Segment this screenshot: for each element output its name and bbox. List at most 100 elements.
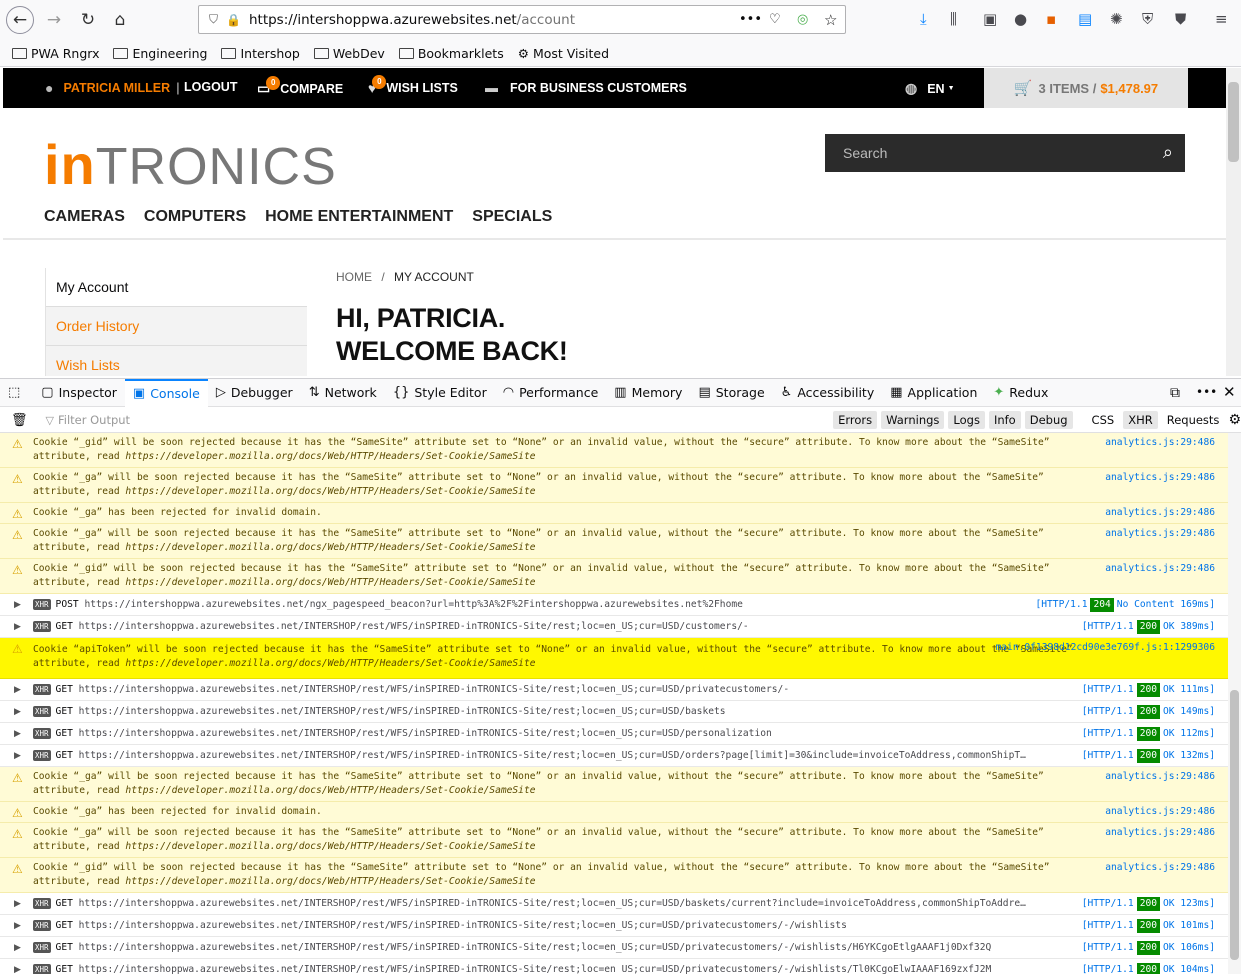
- account-icon[interactable]: ●: [1014, 10, 1027, 28]
- expand-arrow-icon[interactable]: ▶: [14, 683, 21, 697]
- network-request-row[interactable]: ▶ XHR GET https://intershoppwa.azurewebsit…: [0, 915, 1228, 937]
- bookmark-folder[interactable]: Bookmarklets: [398, 46, 504, 61]
- sidenav-my-account[interactable]: My Account: [46, 268, 307, 307]
- tab-inspector[interactable]: ▢ Inspector: [33, 379, 125, 407]
- network-request-row[interactable]: ▶ XHR GET https://intershoppwa.azurewebsit…: [0, 745, 1228, 767]
- site-logo[interactable]: inTRONICS: [44, 132, 337, 197]
- docs-link[interactable]: https://developer.mozilla.org/docs/Web/H…: [125, 876, 535, 887]
- reload-button[interactable]: ↻: [74, 6, 102, 34]
- expand-arrow-icon[interactable]: ▶: [14, 598, 21, 612]
- network-request-row[interactable]: ▶ XHR GET https://intershoppwa.azurewebsit…: [0, 701, 1228, 723]
- docs-link[interactable]: https://developer.mozilla.org/docs/Web/H…: [125, 542, 535, 553]
- gear-extension-icon[interactable]: ✺: [1110, 10, 1123, 28]
- settings-gear-icon[interactable]: ⚙: [1228, 412, 1241, 428]
- user-link[interactable]: ● PATRICIA MILLER |: [45, 80, 186, 96]
- request-url[interactable]: https://intershoppwa.azurewebsites.net/I…: [79, 684, 789, 695]
- filter-css[interactable]: CSS: [1087, 411, 1120, 429]
- tab-application[interactable]: ▦ Application: [882, 379, 985, 407]
- network-request-row[interactable]: ▶ XHR POST https://intershoppwa.azurewebsi…: [0, 594, 1228, 616]
- back-button[interactable]: ←: [6, 6, 34, 34]
- expand-arrow-icon[interactable]: ▶: [14, 941, 21, 955]
- expand-arrow-icon[interactable]: ▶: [14, 919, 21, 933]
- expand-arrow-icon[interactable]: ▶: [14, 727, 21, 741]
- menu-icon[interactable]: ≡: [1215, 10, 1228, 28]
- network-request-row[interactable]: ▶ XHR GET https://intershoppwa.azurewebsit…: [0, 893, 1228, 915]
- console-scrollbar-thumb[interactable]: [1230, 690, 1239, 960]
- forward-button[interactable]: →: [40, 6, 68, 34]
- extension-icon[interactable]: ◎: [797, 12, 808, 27]
- filter-logs[interactable]: Logs: [948, 411, 985, 429]
- bookmark-folder[interactable]: PWA Rngrx: [12, 46, 99, 61]
- tab-accessibility[interactable]: ♿ Accessibility: [773, 379, 883, 407]
- nav-item-cameras[interactable]: CAMERAS: [44, 208, 125, 226]
- docs-link[interactable]: https://developer.mozilla.org/docs/Web/H…: [125, 486, 535, 497]
- nav-item-home-entertainment[interactable]: HOME ENTERTAINMENT: [265, 208, 453, 226]
- ublock-icon[interactable]: ⛊: [1175, 10, 1186, 28]
- tab-memory[interactable]: ▥ Memory: [606, 379, 690, 407]
- compare-link[interactable]: ▭ 0 COMPARE: [257, 74, 343, 97]
- bookmark-most-visited[interactable]: ⚙ Most Visited: [518, 46, 609, 61]
- request-url[interactable]: https://intershoppwa.azurewebsites.net/I…: [79, 728, 772, 739]
- pocket-icon[interactable]: ♡: [769, 12, 781, 27]
- page-actions-icon[interactable]: •••: [739, 12, 762, 27]
- pick-element-icon[interactable]: ⬚: [0, 379, 33, 407]
- bookmark-star-icon[interactable]: ☆: [824, 11, 837, 29]
- request-url[interactable]: https://intershoppwa.azurewebsites.net/I…: [79, 898, 1026, 909]
- expand-arrow-icon[interactable]: ▶: [14, 705, 21, 719]
- source-link[interactable]: analytics.js:29:486: [1105, 805, 1215, 819]
- source-link[interactable]: main.0f1398d12cd90e3e769f.js:1:1299306: [996, 641, 1216, 655]
- docs-link[interactable]: https://developer.mozilla.org/docs/Web/H…: [125, 658, 535, 669]
- logout-link[interactable]: LOGOUT: [184, 80, 237, 94]
- docs-link[interactable]: https://developer.mozilla.org/docs/Web/H…: [125, 577, 535, 588]
- filter-output-input[interactable]: Filter Output: [58, 413, 829, 427]
- screenshot-icon[interactable]: ▪: [1046, 10, 1056, 28]
- tab-style-editor[interactable]: {} Style Editor: [385, 379, 495, 407]
- network-request-row[interactable]: ▶ XHR GET https://intershoppwa.azurewebsit…: [0, 616, 1228, 638]
- docs-link[interactable]: https://developer.mozilla.org/docs/Web/H…: [125, 451, 535, 462]
- tab-console[interactable]: ▣ Console: [124, 378, 208, 407]
- network-request-row[interactable]: ▶ XHR GET https://intershoppwa.azurewebsit…: [0, 723, 1228, 745]
- close-icon[interactable]: ✕: [1223, 383, 1236, 401]
- tab-network[interactable]: ⇅ Network: [301, 379, 385, 407]
- docs-link[interactable]: https://developer.mozilla.org/docs/Web/H…: [125, 785, 535, 796]
- library-icon[interactable]: ⫼: [950, 10, 957, 28]
- source-link[interactable]: analytics.js:29:486: [1105, 436, 1215, 450]
- source-link[interactable]: analytics.js:29:486: [1105, 471, 1215, 485]
- filter-info[interactable]: Info: [988, 411, 1021, 429]
- filter-warnings[interactable]: Warnings: [881, 411, 945, 429]
- request-url[interactable]: https://intershoppwa.azurewebsites.net/I…: [79, 964, 992, 974]
- request-url[interactable]: https://intershoppwa.azurewebsites.net/I…: [79, 942, 992, 953]
- search-icon[interactable]: ⌕: [1163, 142, 1173, 163]
- docs-link[interactable]: https://developer.mozilla.org/docs/Web/H…: [125, 841, 535, 852]
- download-icon[interactable]: ⤓: [920, 10, 927, 28]
- tab-performance[interactable]: ◠ Performance: [495, 379, 607, 407]
- wishlists-link[interactable]: ♥ 0 WISH LISTS: [368, 74, 458, 96]
- network-request-row[interactable]: ▶ XHR GET https://intershoppwa.azurewebsit…: [0, 937, 1228, 959]
- search-input[interactable]: Search ⌕: [825, 134, 1185, 172]
- nav-item-specials[interactable]: SPECIALS: [472, 208, 552, 226]
- business-link[interactable]: ▬ FOR BUSINESS CUSTOMERS: [485, 80, 687, 95]
- url-bar[interactable]: ⛉ 🔒 https://intershoppwa.azurewebsites.n…: [198, 5, 846, 34]
- tab-redux[interactable]: ✦ Redux: [985, 379, 1056, 407]
- expand-arrow-icon[interactable]: ▶: [14, 897, 21, 911]
- bookmark-folder[interactable]: Intershop: [221, 46, 300, 61]
- bookmark-folder[interactable]: WebDev: [313, 46, 385, 61]
- tab-debugger[interactable]: ▷ Debugger: [208, 379, 301, 407]
- shield-extension-icon[interactable]: ⛨: [1142, 10, 1153, 28]
- source-link[interactable]: analytics.js:29:486: [1105, 562, 1215, 576]
- expand-arrow-icon[interactable]: ▶: [14, 749, 21, 763]
- breadcrumb-home[interactable]: HOME: [336, 270, 372, 284]
- request-url[interactable]: https://intershoppwa.azurewebsites.net/I…: [79, 706, 726, 717]
- request-url[interactable]: https://intershoppwa.azurewebsites.net/I…: [79, 920, 847, 931]
- sidenav-wish-lists[interactable]: Wish Lists: [46, 346, 307, 376]
- filter-requests[interactable]: Requests: [1162, 411, 1225, 429]
- nav-item-computers[interactable]: COMPUTERS: [144, 208, 246, 226]
- request-url[interactable]: https://intershoppwa.azurewebsites.net/I…: [79, 621, 749, 632]
- sidenav-order-history[interactable]: Order History: [46, 307, 307, 346]
- save-icon[interactable]: ▤: [1078, 10, 1092, 28]
- dock-icon[interactable]: ⧉: [1170, 385, 1180, 401]
- network-request-row[interactable]: ▶ XHR GET https://intershoppwa.azurewebsit…: [0, 959, 1228, 974]
- source-link[interactable]: analytics.js:29:486: [1105, 527, 1215, 541]
- expand-arrow-icon[interactable]: ▶: [14, 963, 21, 974]
- filter-errors[interactable]: Errors: [833, 411, 878, 429]
